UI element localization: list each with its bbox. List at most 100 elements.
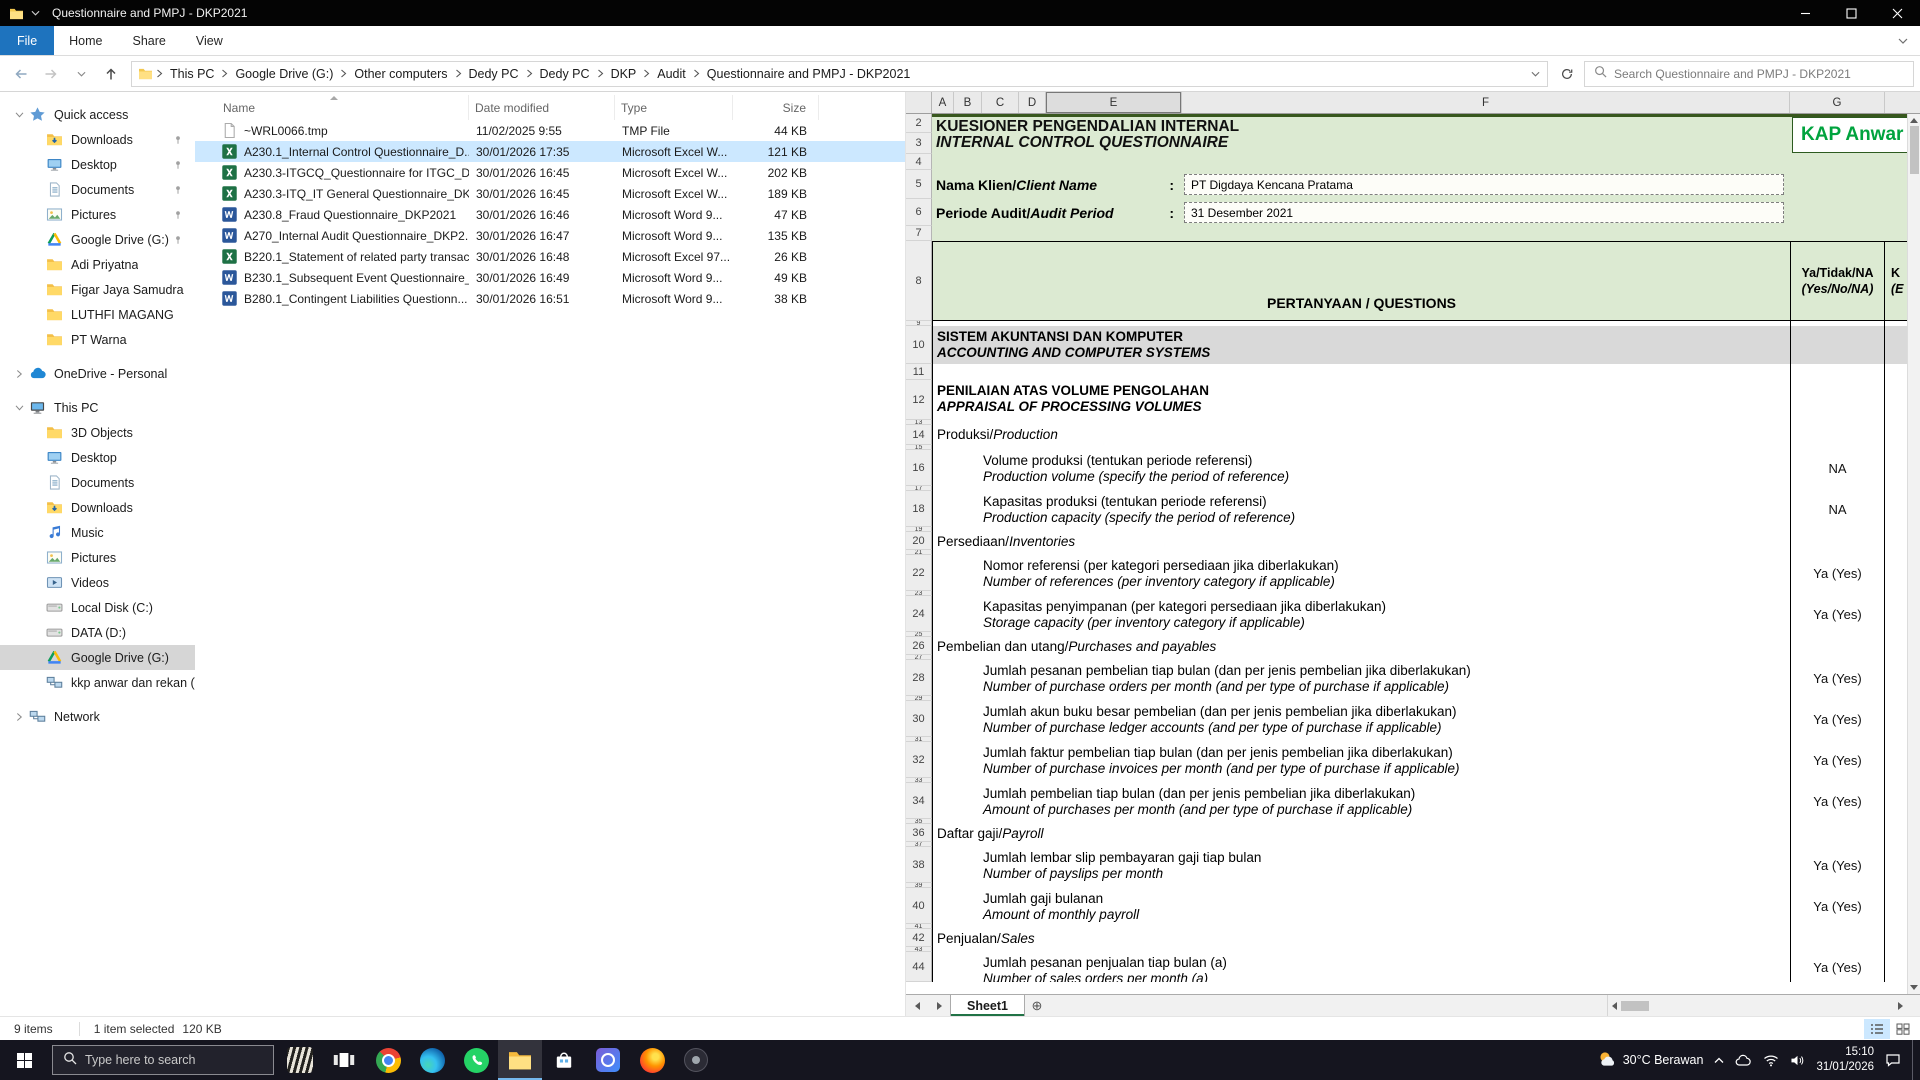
row-header-18[interactable]: 18 (906, 491, 932, 527)
breadcrumb-item[interactable]: This PC (164, 67, 220, 81)
expand-chevron-icon[interactable] (12, 108, 26, 122)
sidebar-item[interactable]: Desktop (0, 152, 195, 177)
file-row[interactable]: B230.1_Subsequent Event Questionnaire_..… (195, 267, 905, 288)
breadcrumb-separator-icon[interactable] (155, 69, 164, 78)
sheet-row-2[interactable]: 2KUESIONER PENGENDALIAN INTERNAL (906, 114, 1920, 133)
column-header-B[interactable]: B (954, 92, 982, 113)
sheet-row-3[interactable]: 3INTERNAL CONTROL QUESTIONNAIRE (906, 133, 1920, 154)
show-desktop-button[interactable] (1912, 1040, 1917, 1080)
tab-file[interactable]: File (0, 26, 54, 55)
sheet-row-8[interactable]: 8PERTANYAAN / QUESTIONSYa/Tidak/NA(Yes/N… (906, 241, 1920, 321)
scroll-left-arrow-icon[interactable] (1612, 1002, 1617, 1010)
sidebar-item[interactable]: Downloads (0, 127, 195, 152)
task-view-icon[interactable] (322, 1040, 366, 1080)
row-header-26[interactable]: 26 (906, 637, 932, 655)
sheet-row-22[interactable]: 22Nomor referensi (per kategori persedia… (906, 555, 1920, 591)
sidebar-item[interactable]: DATA (D:) (0, 620, 195, 645)
sheet-row-24[interactable]: 24Kapasitas penyimpanan (per kategori pe… (906, 596, 1920, 632)
row-header-6[interactable]: 6 (906, 199, 932, 226)
add-sheet-icon[interactable]: ⊕ (1025, 995, 1049, 1016)
row-header-10[interactable]: 10 (906, 326, 932, 364)
address-field[interactable]: This PCGoogle Drive (G:)Other computersD… (131, 61, 1548, 87)
details-view-button[interactable] (1864, 1019, 1890, 1039)
quick-access-toolbar-chevron-icon[interactable] (31, 10, 40, 16)
sheet-row-10[interactable]: 10SISTEM AKUNTANSI DAN KOMPUTERACCOUNTIN… (906, 326, 1920, 364)
sidebar-item[interactable]: 3D Objects (0, 420, 195, 445)
row-header-32[interactable]: 32 (906, 742, 932, 778)
file-row[interactable]: B280.1_Contingent Liabilities Questionn.… (195, 288, 905, 309)
onedrive-cloud-icon[interactable] (1735, 1054, 1752, 1066)
sidebar-item[interactable]: PT Warna (0, 327, 195, 352)
action-center-icon[interactable] (1885, 1053, 1901, 1067)
explorer-search-box[interactable]: Search Questionnaire and PMPJ - DKP2021 (1584, 61, 1914, 87)
column-header-G[interactable]: G (1790, 92, 1885, 113)
expand-chevron-icon[interactable] (12, 367, 26, 381)
forward-button[interactable] (36, 60, 66, 88)
expand-ribbon-chevron-icon[interactable] (1886, 26, 1920, 55)
row-header-8[interactable]: 8 (906, 241, 932, 321)
sheet-row-36[interactable]: 36Daftar gaji/Payroll (906, 824, 1920, 842)
row-header-28[interactable]: 28 (906, 660, 932, 696)
app-icon-photos[interactable] (586, 1040, 630, 1080)
sidebar-item[interactable]: LUTHFI MAGANG (0, 302, 195, 327)
breadcrumb-separator-icon[interactable] (692, 69, 701, 78)
sidebar-item[interactable]: kkp anwar dan rekan (\\1 (0, 670, 195, 695)
sidebar-item[interactable]: Figar Jaya Samudra (0, 277, 195, 302)
breadcrumb-item[interactable]: DKP (605, 67, 643, 81)
file-row[interactable]: A270_Internal Audit Questionnaire_DKP2..… (195, 225, 905, 246)
sheet-row-32[interactable]: 32Jumlah faktur pembelian tiap bulan (da… (906, 742, 1920, 778)
row-header-12[interactable]: 12 (906, 380, 932, 420)
sidebar-item[interactable]: Desktop (0, 445, 195, 470)
scroll-down-arrow-icon[interactable] (1910, 985, 1918, 990)
column-header-D[interactable]: D (1019, 92, 1046, 113)
column-header-date-modified[interactable]: Date modified (469, 95, 615, 120)
recent-locations-chevron-icon[interactable] (66, 60, 96, 88)
column-header-partial[interactable] (1885, 92, 1920, 113)
sidebar-item[interactable]: Pictures (0, 545, 195, 570)
large-icons-view-button[interactable] (1890, 1019, 1916, 1039)
row-header-5[interactable]: 5 (906, 170, 932, 199)
scroll-right-arrow-icon[interactable] (1898, 1002, 1903, 1010)
sheet-row-6[interactable]: 6Periode Audit/Audit Period:31 Desember … (906, 199, 1920, 226)
row-header-7[interactable]: 7 (906, 226, 932, 241)
app-icon-zebra-photo[interactable] (278, 1040, 322, 1080)
row-header-36[interactable]: 36 (906, 824, 932, 842)
sheet-corner-cell[interactable] (906, 92, 932, 113)
row-header-24[interactable]: 24 (906, 596, 932, 632)
sheet-row-14[interactable]: 14Produksi/Production (906, 425, 1920, 445)
breadcrumb-item[interactable]: Other computers (348, 67, 453, 81)
hidden-icons-chevron-icon[interactable] (1714, 1057, 1724, 1064)
app-icon-microsoft-store[interactable] (542, 1040, 586, 1080)
sidebar-item[interactable]: Documents (0, 177, 195, 202)
file-row[interactable]: ~WRL0066.tmp11/02/2025 9:55TMP File44 KB (195, 120, 905, 141)
address-dropdown-chevron-icon[interactable] (1523, 71, 1547, 77)
row-header-44[interactable]: 44 (906, 952, 932, 982)
sheet-row-28[interactable]: 28Jumlah pesanan pembelian tiap bulan (d… (906, 660, 1920, 696)
file-row[interactable]: A230.1_Internal Control Questionnaire_D.… (195, 141, 905, 162)
horizontal-scroll-thumb[interactable] (1621, 1001, 1649, 1011)
breadcrumb-separator-icon[interactable] (339, 69, 348, 78)
sheet-row-44[interactable]: 44Jumlah pesanan penjualan tiap bulan (a… (906, 952, 1920, 982)
sidebar-item[interactable]: Music (0, 520, 195, 545)
sheet-row-38[interactable]: 38Jumlah lembar slip pembayaran gaji tia… (906, 847, 1920, 883)
breadcrumb-separator-icon[interactable] (454, 69, 463, 78)
expand-chevron-icon[interactable] (12, 710, 26, 724)
sheet-row-26[interactable]: 26Pembelian dan utang/Purchases and paya… (906, 637, 1920, 655)
sidebar-item[interactable]: Downloads (0, 495, 195, 520)
breadcrumb-separator-icon[interactable] (220, 69, 229, 78)
sheet-row-40[interactable]: 40Jumlah gaji bulananAmount of monthly p… (906, 888, 1920, 924)
column-header-name[interactable]: Name (217, 95, 469, 120)
sidebar-item[interactable]: Documents (0, 470, 195, 495)
row-header-3[interactable]: 3 (906, 133, 932, 154)
app-icon-dark-app[interactable] (674, 1040, 718, 1080)
column-header-E[interactable]: E (1046, 92, 1182, 113)
breadcrumb-separator-icon[interactable] (596, 69, 605, 78)
sheet-row-20[interactable]: 20Persediaan/Inventories (906, 532, 1920, 550)
row-header-34[interactable]: 34 (906, 783, 932, 819)
sidebar-section[interactable]: Network (0, 704, 195, 729)
column-header-A[interactable]: A (932, 92, 954, 113)
sheet-row-16[interactable]: 16Volume produksi (tentukan periode refe… (906, 450, 1920, 486)
sidebar-item[interactable]: Google Drive (G:) (0, 227, 195, 252)
close-button[interactable] (1874, 0, 1920, 26)
row-header-14[interactable]: 14 (906, 425, 932, 445)
